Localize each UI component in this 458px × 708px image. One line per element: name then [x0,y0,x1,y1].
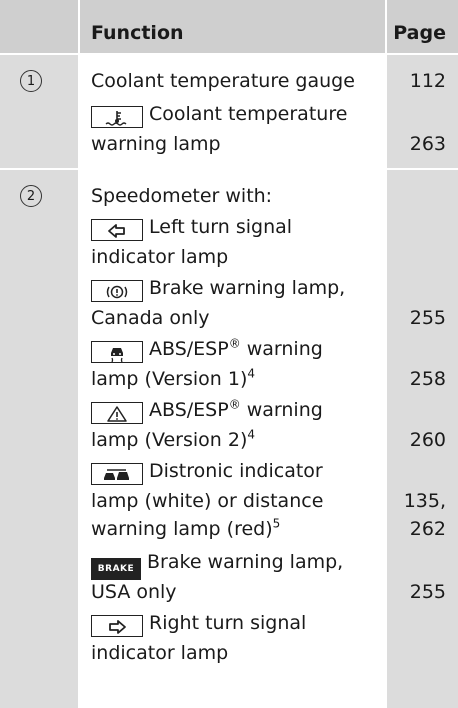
distronic-line3: warning lamp (red)5 [91,516,281,540]
abs-esp-v2-page: 260 [409,429,446,451]
abs-esp-v1-line2: lamp (Version 1)4 [91,366,255,390]
distronic-line2: lamp (white) or distance [91,490,324,512]
right-turn-signal-icon [91,615,143,637]
coolant-gauge-text: Coolant temperature gauge [91,70,355,92]
brake-usa-page: 255 [409,581,446,603]
brake-usa-line2: USA only [91,581,177,603]
function-column-header: Function [91,22,184,44]
right-turn-line2: indicator lamp [91,642,229,664]
distronic-page-2: 262 [409,518,446,540]
coolant-temperature-icon [91,106,143,128]
brake-usa-line1: BRAKE Brake warning lamp, [91,548,343,580]
coolant-lamp-line1: Coolant temperature [91,100,347,128]
column-divider [385,0,387,708]
right-turn-line1: Right turn signal [91,609,306,637]
abs-esp-v1-page: 258 [409,368,446,390]
brake-word-icon: BRAKE [91,558,141,580]
number-column-background [0,0,78,708]
row-number-2: 2 [20,185,42,207]
abs-esp-v2-line1: ABS/ESP® warning [91,396,323,424]
coolant-lamp-line2: warning lamp [91,133,221,155]
brake-warning-icon [91,280,143,302]
row-divider [0,168,458,170]
speedometer-intro: Speedometer with: [91,185,273,207]
row-number-1: 1 [20,70,42,92]
row-divider [0,53,458,55]
function-page-table: Function Page 1 Coolant temperature gaug… [0,0,458,708]
warning-triangle-icon [91,402,143,424]
abs-esp-icon [91,341,143,363]
page-column-header: Page [393,22,446,44]
table-header-row [0,0,458,53]
brake-canada-line2: Canada only [91,307,210,329]
brake-canada-line1: Brake warning lamp, [91,274,345,302]
distronic-page-1: 135, [403,490,446,512]
brake-canada-page: 255 [409,307,446,329]
coolant-lamp-page: 263 [409,133,446,155]
abs-esp-v1-line1: ABS/ESP® warning [91,335,323,363]
coolant-gauge-page: 112 [409,70,446,92]
abs-esp-v2-line2: lamp (Version 2)4 [91,427,255,451]
distronic-icon [91,463,143,485]
column-divider [78,0,80,708]
left-turn-line1: Left turn signal [91,213,292,241]
distronic-line1: Distronic indicator [91,457,323,485]
left-turn-signal-icon [91,219,143,241]
left-turn-line2: indicator lamp [91,246,229,268]
